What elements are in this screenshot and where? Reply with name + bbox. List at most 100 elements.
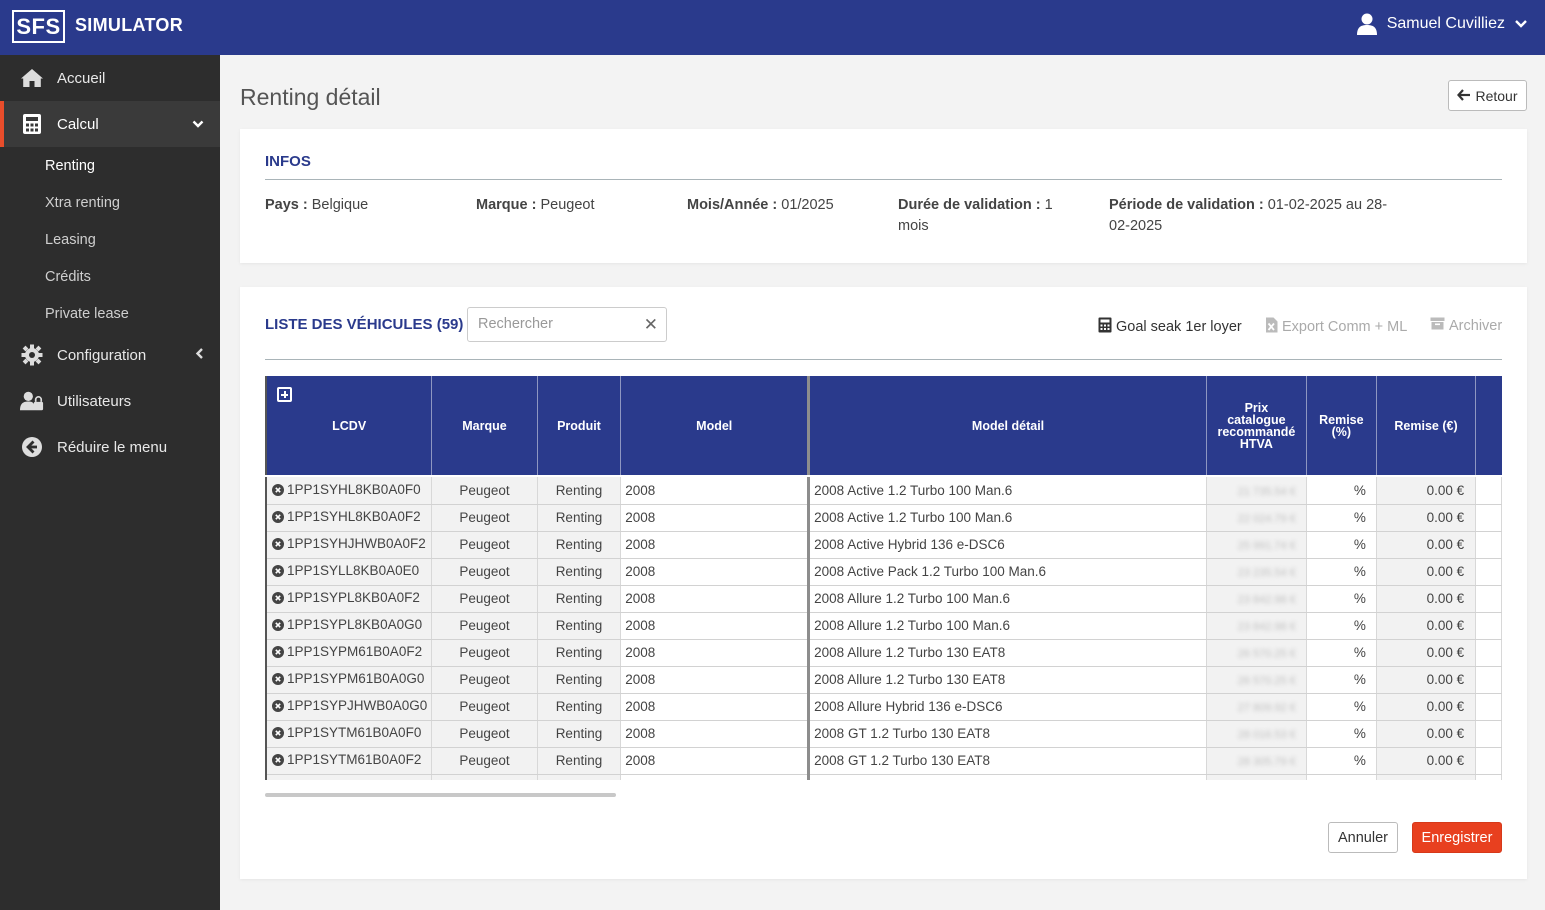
remove-row-icon[interactable] (272, 646, 284, 661)
cell-remise-eur: 0.00 € (1376, 585, 1477, 613)
cell-produit: Renting (537, 639, 622, 667)
users-icon (20, 389, 44, 413)
cell-remise-pct-input[interactable] (1306, 774, 1377, 780)
info-value: Peugeot (540, 197, 595, 213)
submenu-item-credits[interactable]: Crédits (0, 258, 220, 295)
table-row[interactable]: 1PP1SYHJHWB0A0F2 Peugeot Renting 2008 2008 A… (265, 531, 1502, 559)
remove-row-icon[interactable] (272, 483, 284, 499)
cell-remise-pct-input[interactable]: % (1306, 504, 1377, 532)
horizontal-scrollbar[interactable] (265, 793, 616, 797)
remove-row-icon[interactable] (272, 511, 284, 526)
column-header-model-detail[interactable]: Model détail (808, 376, 1207, 475)
cell-remise-pct-input[interactable]: % (1306, 477, 1377, 505)
column-header-model[interactable]: Model (620, 376, 811, 475)
remove-row-icon[interactable] (272, 592, 284, 607)
cell-prix-catalogue: 28 305.79 € (1206, 747, 1307, 775)
sidebar-item-calcul[interactable]: Calcul (0, 101, 220, 147)
table-row[interactable]: 1PP1SYTM61B0A0F0 Peugeot Renting 2008 2008 G… (265, 720, 1502, 748)
table-row[interactable]: 1PP1SYPL8KB0A0G0 Peugeot Renting 2008 2008 A… (265, 612, 1502, 640)
clear-search-icon[interactable]: ✕ (644, 316, 658, 333)
info-mois-annee: Mois/Année : 01/2025 (687, 195, 887, 216)
export-button[interactable]: Export Comm + ML (1265, 317, 1407, 337)
cell-remise-pct-input[interactable]: % (1306, 585, 1377, 613)
cell-remise-pct-input[interactable]: % (1306, 639, 1377, 667)
logo[interactable]: SFS (12, 10, 65, 43)
cell-model: 2008 (620, 720, 811, 748)
cell-model: 2008 (620, 477, 811, 505)
column-header-lcdv[interactable]: LCDV (265, 376, 433, 475)
info-label: Pays : (265, 197, 308, 213)
column-header-marque[interactable]: Marque (431, 376, 538, 475)
remove-row-icon[interactable] (272, 565, 284, 580)
sidebar: Accueil Calcul Renting Xtra renting Leas… (0, 55, 220, 910)
excel-file-icon (1265, 317, 1278, 337)
remove-row-icon[interactable] (272, 754, 284, 769)
remove-row-icon[interactable] (272, 700, 284, 715)
sidebar-item-label: Réduire le menu (57, 438, 168, 456)
vehicle-list-title: LISTE DES VÉHICULES (59) (265, 316, 464, 333)
cell-prix-value: 28 305.79 € (1237, 756, 1296, 768)
remove-row-icon[interactable] (272, 727, 284, 742)
table-row[interactable]: 1PP1SYTM61B0A0F2 Peugeot Renting 2008 2008 G… (265, 747, 1502, 775)
archive-button[interactable]: Archiver (1430, 317, 1502, 334)
save-button[interactable]: Enregistrer (1412, 822, 1502, 853)
cell-marque: Peugeot (431, 504, 538, 532)
cell-model: 2008 (620, 558, 811, 586)
sidebar-item-reduire-menu[interactable]: Réduire le menu (0, 424, 220, 470)
remove-row-icon[interactable] (272, 538, 284, 553)
cell-lcdv-text: 1PP1SYHJHWB0A0F2 (287, 536, 426, 551)
table-row[interactable]: 1PP1SYHL8KB0A0F2 Peugeot Renting 2008 2008 A… (265, 504, 1502, 532)
remove-row-icon[interactable] (272, 619, 284, 634)
cell-remise-pct-input[interactable]: % (1306, 666, 1377, 694)
table-row[interactable]: 1PP1SYLL8KB0A0E0 Peugeot Renting 2008 2008 A… (265, 558, 1502, 586)
search-input[interactable] (478, 316, 638, 332)
cell-lcdv-text: 1PP1SYPL8KB0A0G0 (287, 617, 423, 632)
sidebar-item-configuration[interactable]: Configuration (0, 332, 220, 378)
cell-remise-pct-input[interactable]: % (1306, 558, 1377, 586)
cell-remise-pct-input[interactable]: % (1306, 720, 1377, 748)
column-header-prix-catalogue[interactable]: Prix catalogue recommandé HTVA (1206, 376, 1307, 475)
table-row[interactable] (265, 774, 1502, 780)
column-header-remise-pct[interactable]: Remise (%) (1306, 376, 1377, 475)
column-header-remise-eur[interactable]: Remise (€) (1376, 376, 1477, 475)
expand-plus-icon[interactable] (277, 387, 292, 402)
divider (265, 179, 1502, 180)
cell-marque: Peugeot (431, 693, 538, 721)
cell-lcdv: 1PP1SYPL8KB0A0G0 (265, 612, 433, 640)
cancel-button[interactable]: Annuler (1328, 822, 1398, 853)
table-row[interactable]: 1PP1SYHL8KB0A0F0 Peugeot Renting 2008 2008 A… (265, 477, 1502, 505)
sidebar-item-utilisateurs[interactable]: Utilisateurs (0, 378, 220, 424)
submenu-item-leasing[interactable]: Leasing (0, 221, 220, 258)
user-menu[interactable]: Samuel Cuvilliez (1356, 13, 1527, 35)
table-row[interactable]: 1PP1SYPM61B0A0F2 Peugeot Renting 2008 2008 A… (265, 639, 1502, 667)
cell-marque: Peugeot (431, 747, 538, 775)
back-button[interactable]: Retour (1448, 80, 1527, 111)
top-bar: SFS SIMULATOR Samuel Cuvilliez (0, 0, 1545, 55)
cell-remise-pct-input[interactable]: % (1306, 693, 1377, 721)
vehicle-table-container: LCDV Marque Produit Model Model détail P… (265, 376, 1502, 780)
goal-seek-button[interactable]: Goal seak 1er loyer (1098, 317, 1242, 337)
cell-lcdv-text: 1PP1SYHL8KB0A0F0 (287, 481, 421, 497)
table-row[interactable]: 1PP1SYPL8KB0A0F2 Peugeot Renting 2008 2008 A… (265, 585, 1502, 613)
table-row[interactable]: 1PP1SYPJHWB0A0G0 Peugeot Renting 2008 2008 A… (265, 693, 1502, 721)
remove-row-icon[interactable] (272, 673, 284, 688)
cell-produit (537, 774, 622, 780)
submenu-item-xtra-renting[interactable]: Xtra renting (0, 184, 220, 221)
info-pays: Pays : Belgique (265, 195, 465, 216)
column-header-produit[interactable]: Produit (537, 376, 622, 475)
cell-produit: Renting (537, 504, 622, 532)
cell-prix-value: 21 735.54 € (1237, 485, 1296, 498)
submenu-item-renting[interactable]: Renting (0, 147, 220, 184)
cell-model-detail: 2008 Allure 1.2 Turbo 130 EAT8 (808, 639, 1207, 667)
cell-remise-pct-input[interactable]: % (1306, 612, 1377, 640)
table-row[interactable]: 1PP1SYPM61B0A0G0 Peugeot Renting 2008 2008 A… (265, 666, 1502, 694)
sidebar-item-accueil[interactable]: Accueil (0, 55, 220, 101)
cell-marque: Peugeot (431, 531, 538, 559)
cell-model-detail: 2008 Allure 1.2 Turbo 100 Man.6 (808, 585, 1207, 613)
cell-remise-pct-input[interactable]: % (1306, 747, 1377, 775)
submenu-item-private-lease[interactable]: Private lease (0, 295, 220, 332)
chevron-down-icon (1515, 19, 1527, 29)
column-header-label: LCDV (332, 418, 367, 433)
cell-remise-pct-input[interactable]: % (1306, 531, 1377, 559)
cell-produit: Renting (537, 531, 622, 559)
